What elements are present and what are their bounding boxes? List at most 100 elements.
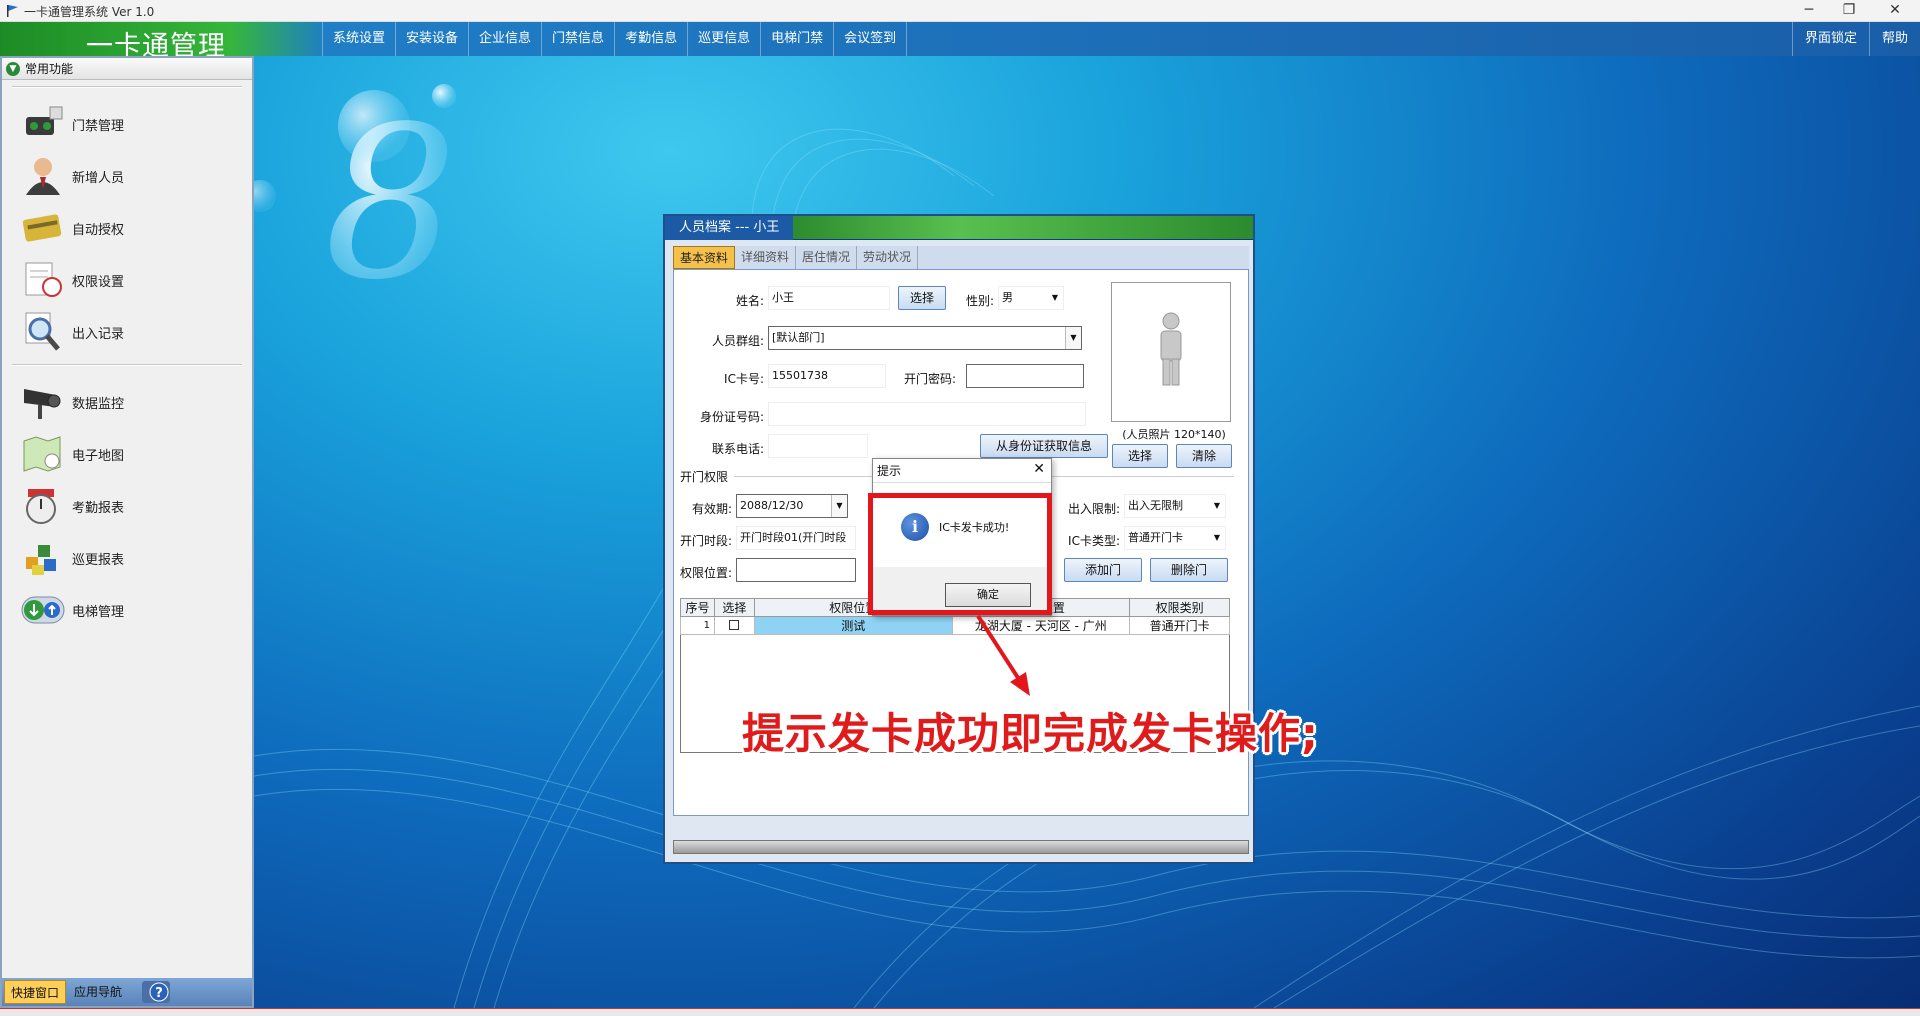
row-index: 1 — [680, 616, 715, 635]
permission-position-field[interactable] — [736, 558, 856, 582]
menu-system-settings[interactable]: 系统设置 — [322, 22, 397, 56]
menu-help[interactable]: 帮助 — [1868, 22, 1920, 56]
highlight-box — [868, 493, 1052, 615]
tab-shortcut-window[interactable]: 快捷窗口 — [4, 980, 67, 1004]
read-id-card-button[interactable]: 从身份证获取信息 — [980, 434, 1108, 458]
help-button[interactable]: ? — [142, 981, 171, 1003]
app-flag-icon — [7, 5, 18, 17]
restore-button[interactable]: ❐ — [1826, 0, 1872, 22]
sidebar-item-label: 考勤报表 — [72, 500, 125, 516]
card-number-field[interactable]: 15501738 — [768, 364, 886, 388]
menu-attendance-info[interactable]: 考勤信息 — [615, 22, 689, 56]
door-permission-section-title: 开门权限 — [680, 470, 729, 484]
door-password-field[interactable] — [966, 364, 1084, 388]
valid-date-picker[interactable]: 2088/12/30 ▼ — [736, 494, 848, 518]
door-controller-icon — [26, 106, 63, 135]
column-header[interactable]: 序号 — [680, 598, 715, 617]
io-limit-select[interactable]: 出入无限制 ▼ — [1124, 494, 1226, 518]
dialog-close-icon[interactable]: ✕ — [1033, 461, 1045, 477]
sidebar-header[interactable]: ▼ 常用功能 — [2, 58, 252, 80]
tab-detail-info[interactable]: 详细资料 — [735, 246, 797, 269]
status-bar — [0, 1008, 1920, 1016]
collapse-icon[interactable]: ▼ — [6, 61, 20, 76]
sidebar-item-add-person[interactable]: 新增人员 — [2, 150, 252, 202]
sidebar-item-auto-authorize[interactable]: 自动授权 — [2, 202, 252, 254]
divider — [12, 364, 242, 366]
menu-elevator-access[interactable]: 电梯门禁 — [761, 22, 835, 56]
row-checkbox[interactable] — [729, 619, 740, 630]
tab-basic-info[interactable]: 基本资料 — [673, 246, 736, 269]
row-checkbox-cell[interactable] — [713, 616, 755, 635]
card-type-value: 普通开门卡 — [1128, 531, 1183, 544]
menu-company-info[interactable]: 企业信息 — [469, 22, 543, 56]
io-limit-value: 出入无限制 — [1128, 499, 1183, 512]
right-menu: 界面锁定 帮助 — [1791, 22, 1920, 56]
record-title-bar: 人员档案 --- 小王 — [665, 216, 1253, 240]
delete-door-button[interactable]: 删除门 — [1150, 558, 1228, 582]
column-header[interactable]: 选择 — [713, 598, 755, 617]
valid-date-value: 2088/12/30 — [740, 499, 804, 512]
close-button[interactable]: ✕ — [1872, 0, 1918, 22]
tab-residence[interactable]: 居住情况 — [796, 246, 858, 269]
table-row[interactable]: 1 测试 龙湖大厦 - 天河区 - 广州 普通开门卡 — [680, 616, 1230, 635]
name-field[interactable]: 小王 — [768, 286, 890, 310]
sidebar-item-elevator-management[interactable]: 电梯管理 — [2, 584, 252, 636]
sidebar-item-label: 权限设置 — [72, 274, 125, 290]
column-header[interactable]: 权限类别 — [1129, 598, 1230, 617]
photo-caption: (人员照片 120*140) — [1122, 428, 1226, 441]
gender-value: 男 — [1002, 291, 1013, 304]
magnifier-icon — [25, 312, 60, 351]
annotation-text: 提示发卡成功即完成发卡操作; — [742, 709, 1319, 758]
sidebar-tabs: 快捷窗口 应用导航 ? — [2, 978, 252, 1006]
sidebar-item-data-monitor[interactable]: 数据监控 — [2, 376, 252, 428]
sidebar: ▼ 常用功能 门禁管理 新增人员 自动授权 权限设置 出入记录 数据监控 电子地… — [0, 56, 254, 1008]
gender-select[interactable]: 男 ▼ — [998, 286, 1064, 310]
menu-patrol-info[interactable]: 巡更信息 — [688, 22, 762, 56]
svg-text:?: ? — [155, 986, 163, 1001]
photo-select-button[interactable]: 选择 — [1112, 444, 1168, 468]
menu-meeting-signin[interactable]: 会议签到 — [834, 22, 908, 56]
tab-app-navigation[interactable]: 应用导航 — [68, 980, 128, 1004]
phone-field[interactable] — [768, 434, 868, 458]
elevator-arrows-icon — [21, 596, 65, 624]
add-door-button[interactable]: 添加门 — [1064, 558, 1142, 582]
sidebar-item-permission-settings[interactable]: 权限设置 — [2, 254, 252, 306]
sidebar-item-label: 电梯管理 — [72, 604, 125, 620]
group-value: [默认部门] — [772, 331, 825, 344]
window-title: 一卡通管理系统 Ver 1.0 — [24, 5, 155, 19]
sidebar-item-door-management[interactable]: 门禁管理 — [2, 98, 252, 150]
person-photo — [1111, 282, 1231, 422]
chevron-down-icon: ▼ — [1213, 533, 1221, 542]
dialog-title: 提示 — [873, 459, 1051, 483]
id-number-field[interactable] — [768, 402, 1086, 426]
sidebar-item-label: 自动授权 — [72, 222, 125, 238]
record-bottom-bar — [673, 840, 1249, 854]
sidebar-header-label: 常用功能 — [25, 62, 74, 76]
tab-labor[interactable]: 劳动状况 — [857, 246, 919, 269]
card-type-select[interactable]: 普通开门卡 ▼ — [1124, 526, 1226, 550]
sidebar-item-patrol-report[interactable]: 巡更报表 — [2, 532, 252, 584]
group-select[interactable]: [默认部门] ▼ — [768, 326, 1082, 350]
chevron-down-icon: ▼ — [1051, 293, 1059, 302]
group-label: 人员群组: — [711, 334, 764, 348]
sidebar-item-label: 巡更报表 — [72, 552, 125, 568]
door-password-label: 开门密码: — [903, 372, 956, 386]
sidebar-item-label: 数据监控 — [72, 396, 125, 412]
row-permission-position: 测试 — [753, 616, 953, 635]
camera-icon — [24, 389, 61, 419]
menu-door-info[interactable]: 门禁信息 — [542, 22, 616, 56]
sidebar-item-attendance-report[interactable]: 考勤报表 — [2, 480, 252, 532]
sidebar-item-access-records[interactable]: 出入记录 — [2, 306, 252, 358]
sidebar-item-e-map[interactable]: 电子地图 — [2, 428, 252, 480]
photo-clear-button[interactable]: 清除 — [1176, 444, 1232, 468]
select-person-button[interactable]: 选择 — [898, 286, 946, 310]
chevron-down-icon: ▼ — [831, 495, 847, 517]
time-period-select[interactable]: 开门时段01(开门时段 — [736, 526, 856, 550]
menu-install-devices[interactable]: 安装设备 — [396, 22, 470, 56]
menu-lock-screen[interactable]: 界面锁定 — [1791, 22, 1869, 56]
phone-label: 联系电话: — [711, 442, 764, 456]
chevron-down-icon: ▼ — [1065, 327, 1081, 349]
valid-date-label: 有效期: — [691, 502, 732, 516]
card-type-label: IC卡类型: — [1068, 534, 1120, 548]
row-permission-category: 普通开门卡 — [1129, 616, 1230, 635]
